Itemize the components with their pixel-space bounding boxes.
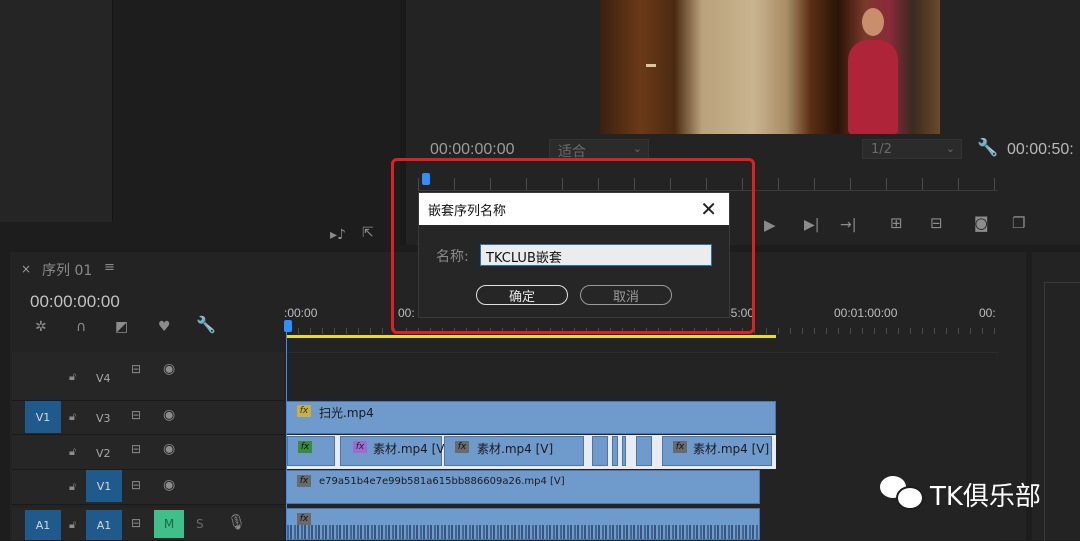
sync-lock-icon[interactable]: ⊟	[131, 362, 141, 376]
compare-icon[interactable]: ❐	[1012, 216, 1025, 231]
watermark-text: TK俱乐部	[930, 482, 1041, 512]
clip-a1[interactable]: fx	[286, 508, 760, 540]
wrench-icon[interactable]: 🔧	[977, 140, 998, 157]
chevron-down-icon: ⌄	[945, 142, 955, 155]
track-row-v4	[12, 352, 284, 401]
program-timecode-out: 00:00:50:	[1007, 141, 1074, 158]
fx-badge-icon: fx	[297, 405, 311, 417]
playhead-line	[286, 330, 287, 540]
fx-badge-icon: fx	[297, 475, 311, 487]
step-forward-icon[interactable]: ▶|	[804, 218, 819, 232]
wechat-icon	[880, 474, 924, 510]
clip-label: 素材.mp4 [V]	[477, 442, 554, 456]
source-panel	[0, 0, 113, 222]
sync-lock-icon[interactable]: ⊟	[131, 516, 141, 530]
sync-lock-icon[interactable]: ⊟	[131, 442, 141, 456]
clip-label: e79a51b4e7e99b581a615bb886609a26.mp4 [V]	[319, 476, 565, 487]
track-row-v2	[12, 435, 284, 470]
clip-v3[interactable]: fx 扫光.mp4	[286, 401, 776, 434]
lock-icon[interactable]: 🔓︎	[69, 445, 76, 459]
sync-lock-icon[interactable]: ⊟	[131, 408, 141, 422]
extract-icon[interactable]: ⊟	[930, 216, 943, 231]
fit-dropdown[interactable]: 适合 ⌄	[549, 139, 649, 160]
source-patch-a1[interactable]: A1	[25, 510, 61, 540]
fx-badge-icon: fx	[353, 441, 367, 453]
fx-badge-icon: fx	[673, 441, 687, 453]
eye-icon[interactable]: ◉	[163, 408, 175, 422]
clip-v2-f[interactable]	[622, 436, 626, 466]
clip-v2-g[interactable]	[636, 436, 652, 466]
microphone-icon[interactable]: 🎙︎	[227, 515, 246, 530]
ruler-label: 00:01:00:00	[834, 306, 898, 320]
clip-v2-c[interactable]: fx 素材.mp4 [V]	[444, 436, 584, 466]
sync-lock-icon[interactable]: ⊟	[131, 478, 141, 492]
timeline-timecode[interactable]: 00:00:00:00	[30, 292, 120, 312]
video-frame	[600, 0, 940, 134]
figure-dress	[848, 40, 898, 134]
solo-button[interactable]: S	[196, 517, 204, 531]
track-target-v1[interactable]: V1	[86, 470, 122, 502]
eye-icon[interactable]: ◉	[163, 442, 175, 456]
tab-menu-icon[interactable]: ≡	[104, 260, 115, 275]
track-label-v4: V4	[96, 372, 111, 385]
clip-v2-e[interactable]	[612, 436, 618, 466]
audio-waveform	[287, 525, 759, 539]
right-panel-frame	[1044, 282, 1080, 541]
ruler-label: 00:	[979, 306, 996, 320]
timeline-settings-icon[interactable]: 🔧	[196, 317, 216, 333]
work-area-bar[interactable]	[286, 335, 776, 338]
clip-label: 素材.mp4 [V]	[693, 442, 770, 456]
track-label-v3: V3	[96, 412, 111, 425]
ruler-label: :00:00	[284, 306, 318, 320]
clip-v2-h[interactable]: fx 素材.mp4 [V]	[662, 436, 772, 466]
clip-v1[interactable]: fx e79a51b4e7e99b581a615bb886609a26.mp4 …	[286, 470, 760, 504]
lock-icon[interactable]: 🔓︎	[69, 410, 76, 424]
lock-icon[interactable]: 🔓︎	[69, 480, 76, 494]
door-handle	[646, 64, 656, 67]
snap-icon[interactable]: ∩	[76, 320, 86, 334]
export-frame-icon[interactable]: ⇱	[362, 226, 374, 240]
nest-toggle-icon[interactable]: ✲	[35, 320, 47, 334]
add-marker-icon[interactable]: ♥	[158, 320, 171, 334]
eye-icon[interactable]: ◉	[163, 362, 175, 376]
lift-icon[interactable]: ⊞	[890, 216, 903, 231]
clip-label: 扫光.mp4	[319, 406, 374, 420]
audio-scrub-icon[interactable]: ▸♪	[330, 228, 346, 242]
fx-badge-icon: fx	[297, 513, 311, 525]
highlight-box	[391, 158, 755, 334]
clip-v2-d[interactable]	[592, 436, 608, 466]
eye-icon[interactable]: ◉	[163, 478, 175, 492]
chevron-down-icon: ⌄	[632, 142, 642, 155]
figure-head	[862, 8, 884, 36]
track-label-v2: V2	[96, 447, 111, 460]
program-timecode-in[interactable]: 00:00:00:00	[430, 141, 515, 159]
lock-icon[interactable]: 🔓︎	[69, 370, 76, 384]
clip-v2-b[interactable]: fx 素材.mp4 [V]	[340, 436, 449, 466]
linked-selection-icon[interactable]: ◩	[115, 320, 128, 334]
clip-label: 素材.mp4 [V]	[373, 442, 450, 456]
resolution-label: 1/2	[871, 142, 892, 157]
v2-clip-group: fx fx 素材.mp4 [V] fx 素材.mp4 [V] fx 素材.mp4…	[286, 435, 776, 469]
track-row-v1	[12, 470, 284, 505]
clip-v2-a[interactable]: fx	[287, 436, 335, 466]
tab-sequence[interactable]: 序列 01	[42, 260, 92, 280]
resolution-dropdown[interactable]: 1/2 ⌄	[862, 139, 962, 159]
source-patch-v1[interactable]: V1	[25, 401, 61, 433]
camera-icon[interactable]: ◙	[974, 216, 989, 231]
play-icon[interactable]: ▶	[764, 218, 776, 233]
go-to-out-icon[interactable]: →|	[840, 218, 856, 232]
track-target-a1[interactable]: A1	[86, 510, 122, 540]
lock-icon[interactable]: 🔓︎	[69, 518, 76, 532]
close-tab-icon[interactable]: ×	[21, 262, 31, 276]
mute-button[interactable]: M	[154, 510, 184, 538]
fx-badge-icon: fx	[298, 441, 312, 453]
fx-badge-icon: fx	[455, 441, 469, 453]
